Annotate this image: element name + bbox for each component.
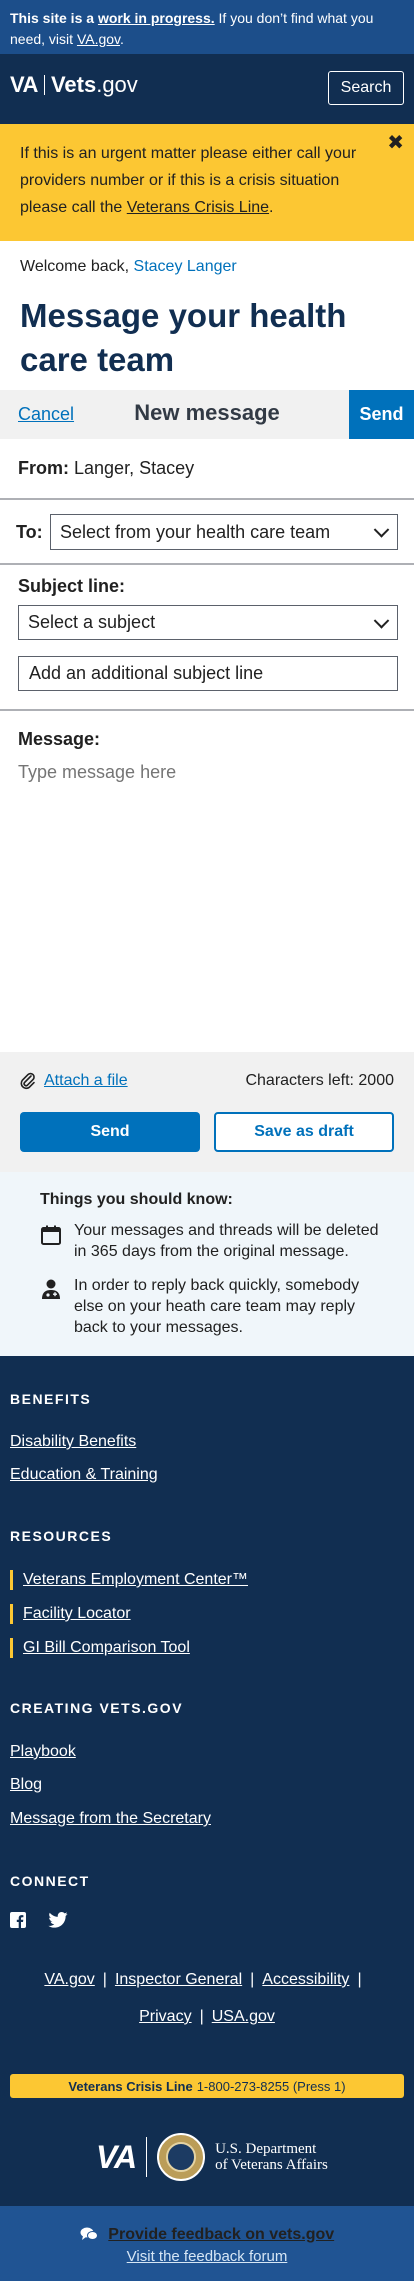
- divider: [0, 709, 414, 711]
- beta-banner: This site is a work in progress. If you …: [0, 0, 414, 54]
- provide-feedback-link[interactable]: Provide feedback on vets.gov: [0, 2226, 414, 2244]
- logo-va: VA: [10, 72, 38, 97]
- from-value: Langer, Stacey: [74, 458, 195, 478]
- user-doctor-icon: [42, 1279, 60, 1299]
- va-department-name: U.S. Department of Veterans Affairs: [215, 2141, 328, 2173]
- footer-link-vagov[interactable]: VA.gov: [44, 1971, 94, 1988]
- va-footer-logo[interactable]: VA U.S. Department of Veterans Affairs: [96, 2133, 328, 2181]
- calendar-icon: [41, 1225, 61, 1245]
- send-button[interactable]: Send: [20, 1112, 200, 1152]
- divider: [0, 563, 414, 565]
- subject-select[interactable]: Select a subject: [18, 605, 398, 640]
- things-to-know-title: Things you should know:: [40, 1191, 233, 1208]
- footer-creating-heading: CREATING VETS.GOV: [10, 1700, 184, 1716]
- send-button-top[interactable]: Send: [349, 390, 414, 439]
- va-mark: VA: [96, 2138, 137, 2175]
- footer-link-accessibility[interactable]: Accessibility: [262, 1971, 349, 1988]
- footer-resources-heading: RESOURCES: [10, 1528, 113, 1544]
- save-draft-button[interactable]: Save as draft: [214, 1112, 394, 1152]
- from-row: From: Langer, Stacey: [18, 458, 194, 479]
- chat-bubbles-icon: [80, 2227, 98, 2240]
- footer-link-veterans-employment-center[interactable]: Veterans Employment Center™: [10, 1570, 248, 1590]
- vetsgov-logo[interactable]: VA Vets.gov: [10, 72, 138, 98]
- paperclip-icon: [20, 1072, 35, 1090]
- footer-links-row-1: VA.gov | Inspector General | Accessibility |: [44, 1971, 362, 1988]
- search-button[interactable]: Search: [328, 71, 404, 105]
- additional-subject-input[interactable]: Add an additional subject line: [18, 656, 398, 691]
- user-name-link[interactable]: Stacey Langer: [134, 258, 237, 275]
- provide-feedback-label: Provide feedback on vets.gov: [108, 2226, 335, 2243]
- beta-lead: This site is a: [10, 10, 95, 26]
- page-title: Message your health care team: [20, 297, 347, 378]
- chevron-down-icon: [373, 612, 390, 629]
- message-placeholder: Type message here: [18, 762, 177, 782]
- attach-file-link[interactable]: Attach a file: [20, 1072, 128, 1090]
- facebook-icon[interactable]: [10, 1912, 26, 1928]
- vagov-link[interactable]: VA.gov: [77, 31, 120, 47]
- recipient-select-value: Select from your health care team: [60, 521, 331, 542]
- va-logo-divider: [146, 2137, 148, 2177]
- beta-end: .: [120, 31, 124, 47]
- footer-link-playbook[interactable]: Playbook: [10, 1743, 76, 1761]
- veterans-crisis-line-link[interactable]: Veterans Crisis Line: [127, 199, 269, 216]
- crisis-bar-number: 1-800-273-8255 (Press 1): [196, 2078, 346, 2094]
- feedback-forum-link[interactable]: Visit the feedback forum: [0, 2248, 414, 2265]
- footer-link-facility-locator[interactable]: Facility Locator: [10, 1604, 131, 1624]
- crisis-bar-label: Veterans Crisis Line: [68, 2078, 193, 2094]
- recipient-select[interactable]: Select from your health care team: [50, 514, 398, 550]
- work-in-progress-link[interactable]: work in progress.: [98, 10, 215, 26]
- crisis-alert: If this is an urgent matter please eithe…: [0, 124, 414, 241]
- chevron-down-icon: [373, 522, 390, 538]
- to-label: To:: [16, 522, 43, 542]
- footer-link-disability-benefits[interactable]: Disability Benefits: [10, 1433, 136, 1451]
- footer-link-gi-bill-comparison-tool[interactable]: GI Bill Comparison Tool: [10, 1638, 190, 1658]
- close-icon[interactable]: ✖: [387, 130, 404, 155]
- footer-link-education-training[interactable]: Education & Training: [10, 1466, 158, 1484]
- logo-divider: [43, 75, 45, 95]
- footer-link-privacy[interactable]: Privacy: [139, 2008, 191, 2025]
- welcome-message: Welcome back, Stacey Langer: [20, 258, 237, 276]
- message-textarea[interactable]: Type message here: [18, 762, 396, 1042]
- welcome-prefix: Welcome back,: [20, 258, 130, 275]
- veterans-crisis-line-bar[interactable]: Veterans Crisis Line 1-800-273-8255 (Pre…: [10, 2074, 404, 2098]
- footer-connect-heading: CONNECT: [10, 1873, 90, 1889]
- know-item-1: Your messages and threads will be delete…: [74, 1222, 379, 1260]
- know-item-2: In order to reply back quickly, somebody…: [74, 1277, 360, 1336]
- footer-link-message-from-secretary[interactable]: Message from the Secretary: [10, 1810, 211, 1828]
- footer-link-usagov[interactable]: USA.gov: [212, 2008, 275, 2025]
- message-label: Message:: [18, 729, 101, 749]
- footer-links-row-2: Privacy | USA.gov: [139, 2008, 275, 2025]
- va-seal-icon: [157, 2133, 206, 2181]
- from-label: From:: [18, 458, 69, 478]
- attach-file-label: Attach a file: [44, 1072, 128, 1089]
- footer-link-blog[interactable]: Blog: [10, 1776, 42, 1794]
- alert-end: .: [269, 199, 274, 216]
- characters-left: Characters left: 2000: [245, 1072, 394, 1089]
- footer-benefits-heading: BENEFITS: [10, 1391, 92, 1407]
- twitter-icon[interactable]: [48, 1912, 68, 1928]
- subject-label: Subject line:: [18, 576, 126, 596]
- divider: [0, 498, 414, 500]
- footer-link-inspector-general[interactable]: Inspector General: [115, 1971, 242, 1988]
- cancel-link[interactable]: Cancel: [18, 404, 74, 425]
- logo-vets: Vets.gov: [50, 72, 138, 97]
- additional-subject-placeholder: Add an additional subject line: [29, 663, 264, 683]
- subject-select-value: Select a subject: [28, 612, 156, 632]
